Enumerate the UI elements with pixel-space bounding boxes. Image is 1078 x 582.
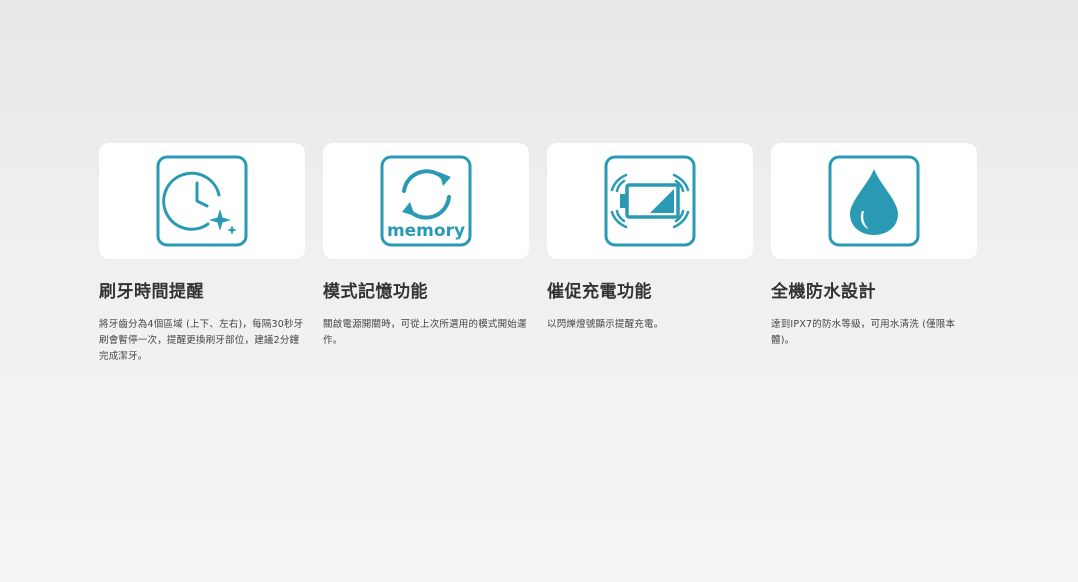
feature-list: 刷牙時間提醒 將牙齒分為4個區域 (上下、左右)，每隔30秒牙刷會暫停一次，提醒… <box>99 143 977 365</box>
feature-charge-reminder: 催促充電功能 以閃爍燈號顯示提醒充電。 <box>547 143 753 365</box>
low-battery-icon <box>604 155 696 247</box>
feature-title: 模式記憶功能 <box>323 282 428 302</box>
memory-mode-icon: memory <box>380 155 472 247</box>
feature-description: 達到IPX7的防水等級，可用水清洗 (僅限本體)。 <box>771 319 956 346</box>
feature-title: 催促充電功能 <box>547 282 652 302</box>
memory-label: memory <box>387 221 465 241</box>
feature-icon-card <box>99 143 305 259</box>
feature-icon-card <box>547 143 753 259</box>
feature-icon-card <box>771 143 977 259</box>
feature-mode-memory: memory 模式記憶功能 關啟電源開關時，可從上次所選用的模式開始運作。 <box>323 143 529 365</box>
feature-description: 將牙齒分為4個區域 (上下、左右)，每隔30秒牙刷會暫停一次，提醒更換刷牙部位，… <box>99 319 304 362</box>
water-drop-icon <box>828 155 920 247</box>
feature-icon-card: memory <box>323 143 529 259</box>
feature-title: 全機防水設計 <box>771 282 876 302</box>
feature-toothbrush-timer: 刷牙時間提醒 將牙齒分為4個區域 (上下、左右)，每隔30秒牙刷會暫停一次，提醒… <box>99 143 305 365</box>
feature-description: 關啟電源開關時，可從上次所選用的模式開始運作。 <box>323 319 527 346</box>
timer-reminder-icon <box>156 155 248 247</box>
feature-title: 刷牙時間提醒 <box>99 282 204 302</box>
feature-waterproof: 全機防水設計 達到IPX7的防水等級，可用水清洗 (僅限本體)。 <box>771 143 977 365</box>
feature-description: 以閃爍燈號顯示提醒充電。 <box>547 319 664 330</box>
